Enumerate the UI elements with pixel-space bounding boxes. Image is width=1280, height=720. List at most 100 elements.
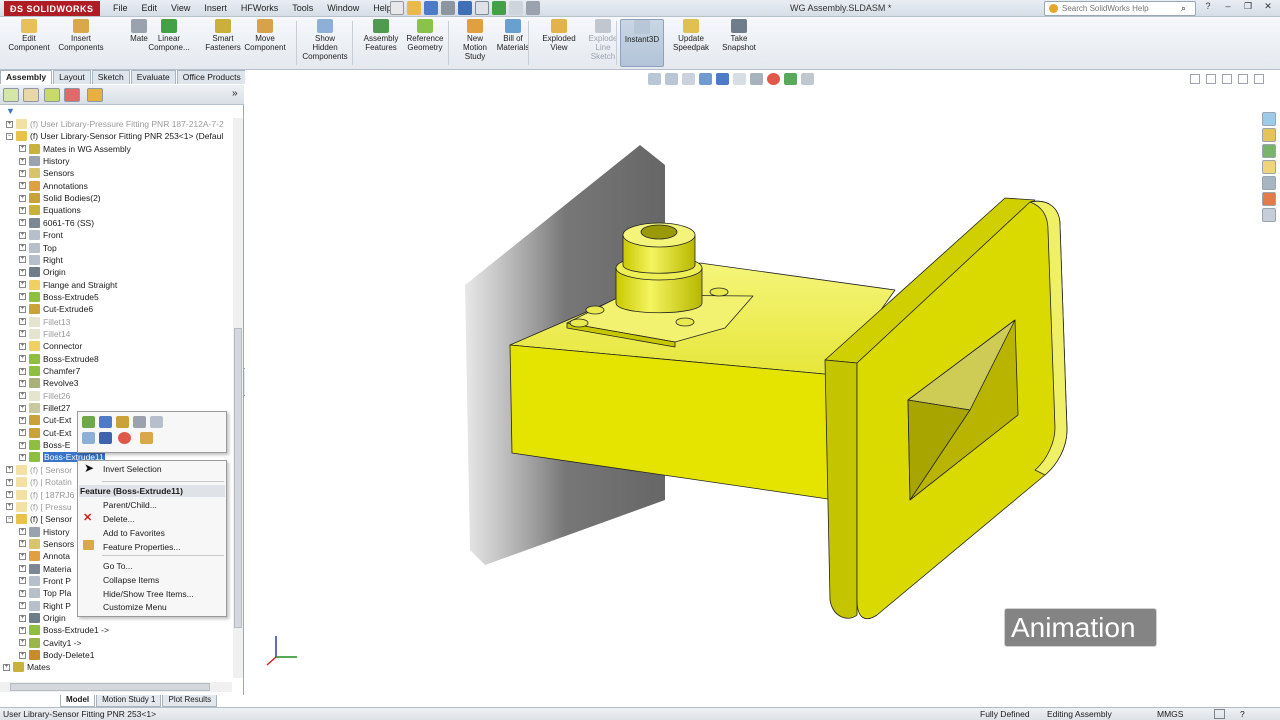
zoom-area-icon[interactable] [665, 73, 678, 85]
tree-node[interactable]: + Origin [19, 612, 66, 624]
file-explorer-tab-icon[interactable] [1262, 144, 1276, 158]
tab-evaluate[interactable]: Evaluate [130, 70, 176, 84]
new-document-icon[interactable] [390, 1, 404, 15]
tree-node[interactable]: + (f) | Rotatin [6, 476, 72, 488]
expand-toggle-icon[interactable]: + [19, 330, 26, 338]
command-smart-fasteners[interactable]: Smart Fasteners [200, 19, 246, 52]
hide-icon[interactable] [150, 416, 163, 428]
menu-item-hide-show-tree-items[interactable]: Hide/Show Tree Items... [103, 588, 194, 600]
appearance-icon[interactable] [767, 73, 780, 85]
options-icon[interactable] [526, 1, 540, 15]
normal-to-icon[interactable] [99, 432, 112, 444]
menu-item-invert-selection[interactable]: Invert Selection [103, 463, 162, 475]
expand-toggle-icon[interactable]: + [19, 194, 26, 202]
expand-toggle-icon[interactable]: + [19, 231, 26, 239]
expand-toggle-icon[interactable]: + [19, 651, 26, 659]
command-bom[interactable]: Bill of Materials [490, 19, 536, 52]
zoom-to-selection-icon[interactable] [82, 432, 95, 444]
menu-view[interactable]: View [164, 2, 197, 14]
command-show-hidden[interactable]: Show Hidden Components [302, 19, 348, 61]
tree-node[interactable]: + Connector [19, 340, 82, 352]
tree-node[interactable]: + Right [19, 254, 63, 266]
feature-properties-tool-icon[interactable] [140, 432, 153, 444]
tree-node[interactable]: + Mates in WG Assembly [19, 143, 131, 155]
tree-node[interactable]: + Fillet26 [19, 390, 70, 402]
rollback-icon[interactable] [116, 416, 129, 428]
expand-toggle-icon[interactable]: + [19, 281, 26, 289]
tree-node[interactable]: + Boss-E [19, 439, 70, 451]
bottom-tab-motion-study-1[interactable]: Motion Study 1 [96, 695, 162, 707]
expand-toggle-icon[interactable]: + [19, 244, 26, 251]
tab-sketch[interactable]: Sketch [91, 70, 130, 84]
expand-panel-icon[interactable]: » [232, 88, 238, 99]
tree-node[interactable]: + (f) [ Sensor [6, 464, 72, 476]
tree-node[interactable]: + Sensors [19, 167, 74, 179]
custom-properties-tab-icon[interactable] [1262, 208, 1276, 222]
suppress-icon[interactable] [133, 416, 146, 428]
search-icon[interactable]: ⌕ [1181, 3, 1186, 14]
search-box[interactable]: ⌕ [1044, 1, 1196, 16]
view-settings-icon[interactable] [801, 73, 814, 85]
menu-item-add-to-favorites[interactable]: Add to Favorites [103, 527, 165, 539]
view-palette-tab-icon[interactable] [1262, 176, 1276, 190]
expand-toggle-icon[interactable]: + [19, 219, 26, 227]
help-status-icon[interactable]: ? [1240, 709, 1245, 719]
tree-node[interactable]: + History [19, 526, 69, 538]
command-edit-component[interactable]: Edit Component [6, 19, 52, 52]
command-insert-components[interactable]: Insert Components [58, 19, 104, 52]
command-speedpak[interactable]: Update Speedpak [668, 19, 714, 52]
tree-node[interactable]: +6061-T6 (SS) [19, 217, 94, 229]
zoom-to-fit-icon[interactable] [648, 73, 661, 85]
appearances-tab-icon[interactable] [1262, 192, 1276, 206]
expand-toggle-icon[interactable]: + [19, 528, 26, 536]
tree-node[interactable]: + Boss-Extrude5 [19, 291, 99, 303]
viewport-restore-icon[interactable] [1206, 74, 1216, 84]
tab-assembly[interactable]: Assembly [0, 70, 53, 84]
menu-file[interactable]: File [106, 2, 135, 14]
section-view-icon[interactable] [699, 73, 712, 85]
expand-toggle-icon[interactable]: + [3, 663, 10, 671]
expand-toggle-icon[interactable]: + [19, 379, 26, 387]
expand-toggle-icon[interactable]: − [6, 515, 13, 523]
open-document-icon[interactable] [407, 1, 421, 15]
expand-toggle-icon[interactable]: + [19, 453, 26, 461]
viewport-maximize-icon[interactable] [1238, 74, 1248, 84]
tree-node[interactable]: + Flange and Straight [19, 279, 117, 291]
menu-edit[interactable]: Edit [135, 2, 165, 14]
select-icon[interactable] [475, 1, 489, 15]
tree-node[interactable]: + Equations [19, 204, 81, 216]
tree-node[interactable]: + Cavity1 -> [19, 637, 82, 649]
expand-toggle-icon[interactable]: + [6, 466, 13, 474]
menu-item-go-to[interactable]: Go To... [103, 560, 133, 572]
expand-toggle-icon[interactable]: + [19, 157, 26, 165]
expand-toggle-icon[interactable]: + [19, 429, 26, 437]
tree-vertical-scrollbar[interactable] [233, 118, 243, 678]
expand-toggle-icon[interactable]: + [19, 318, 26, 326]
solidworks-logo[interactable]: ƉS SOLIDWORKS [4, 1, 100, 16]
expand-toggle-icon[interactable]: + [19, 392, 26, 400]
viewport-minimize-icon[interactable] [1222, 74, 1232, 84]
expand-toggle-icon[interactable]: + [19, 305, 26, 313]
tree-node[interactable]: + Boss-Extrude1 -> [19, 624, 109, 636]
command-assembly-features[interactable]: Assembly Features [358, 19, 404, 52]
tree-node[interactable]: + Front [19, 229, 63, 241]
viewport-tile-icon[interactable] [1190, 74, 1200, 84]
tree-node[interactable]: + Fillet13 [19, 316, 70, 328]
tree-node[interactable]: + Sensors [19, 538, 74, 550]
tree-node[interactable]: + Origin [19, 266, 66, 278]
property-manager-tab-icon[interactable] [23, 88, 39, 102]
tree-node[interactable]: − (f) User Library-Sensor Fitting PNR 253… [6, 130, 223, 142]
tab-office-products[interactable]: Office Products [176, 70, 247, 84]
scene-icon[interactable] [784, 73, 797, 85]
command-move-component[interactable]: Move Component [242, 19, 288, 52]
minimize-icon[interactable]: – [1220, 1, 1236, 15]
expand-toggle-icon[interactable]: + [19, 589, 26, 597]
search-input[interactable] [1062, 4, 1177, 13]
status-units[interactable]: MMGS [1157, 709, 1183, 719]
graphics-area[interactable] [245, 70, 1260, 695]
tab-layout[interactable]: Layout [53, 70, 91, 84]
feature-tree-tab-icon[interactable] [3, 88, 19, 102]
hide-show-items-icon[interactable] [750, 73, 763, 85]
command-snapshot[interactable]: Take Snapshot [716, 19, 762, 52]
previous-view-icon[interactable] [682, 73, 695, 85]
